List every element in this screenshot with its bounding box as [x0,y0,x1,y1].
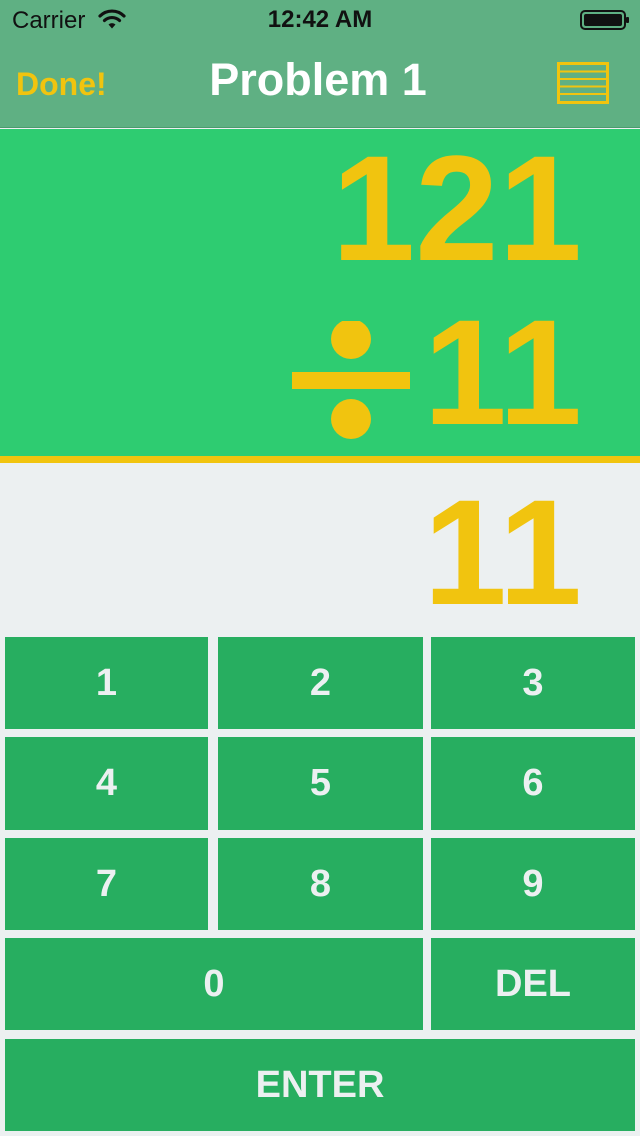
list-icon[interactable] [557,62,609,104]
key-3[interactable]: 3 [431,637,635,729]
enter-button[interactable]: ENTER [5,1039,635,1131]
problem-panel: 121 11 [0,129,640,456]
navigation-bar: Carrier 12:42 AM Done! Problem 1 [0,0,640,128]
key-7[interactable]: 7 [5,838,208,930]
key-2[interactable]: 2 [218,637,423,729]
answer-divider [0,456,640,463]
status-bar: Carrier 12:42 AM [0,0,640,40]
status-time: 12:42 AM [267,6,373,33]
key-0[interactable]: 0 [5,938,423,1030]
division-sign-icon [292,321,410,439]
answer-display: 11 [423,468,582,636]
first-operand: 121 [331,124,582,292]
key-9[interactable]: 9 [431,838,635,930]
key-1[interactable]: 1 [5,637,208,729]
key-4[interactable]: 4 [5,737,208,830]
key-8[interactable]: 8 [218,838,423,930]
key-6[interactable]: 6 [431,737,635,830]
second-operand: 11 [423,288,582,456]
page-title: Problem 1 [209,54,427,105]
key-5[interactable]: 5 [218,737,423,830]
answer-area: 11 [0,463,640,633]
battery-icon [580,10,629,30]
delete-button[interactable]: DEL [431,938,635,1030]
